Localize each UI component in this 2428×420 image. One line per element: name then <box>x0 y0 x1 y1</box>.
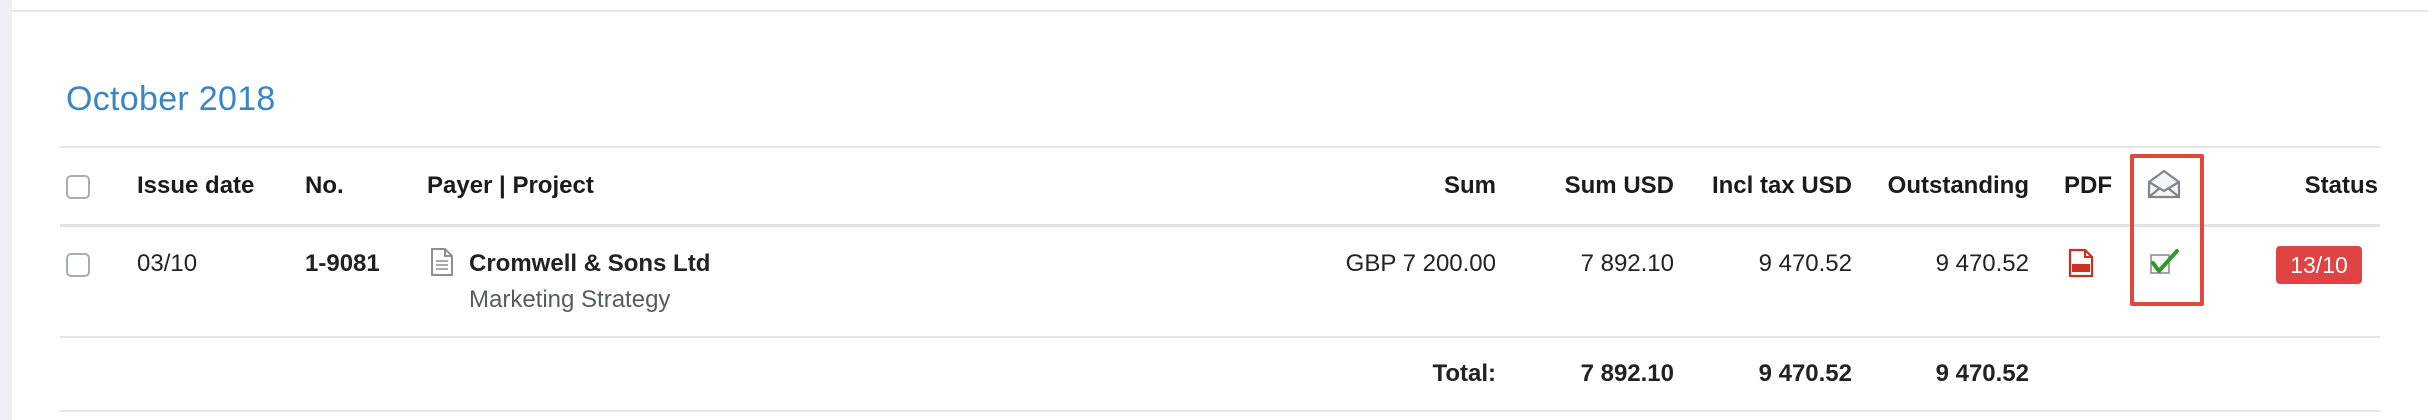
highlight-annotation-box <box>2130 154 2204 306</box>
row-bottom-border <box>60 336 2380 338</box>
row-project-name: Marketing Strategy <box>469 286 671 313</box>
row-invoice-number[interactable]: 1-9081 <box>305 250 380 278</box>
column-header-payer-project[interactable]: Payer | Project <box>427 172 594 200</box>
row-incl-tax-usd: 9 470.52 <box>1758 250 1852 277</box>
column-header-number[interactable]: No. <box>305 172 344 200</box>
column-header-status[interactable]: Status <box>2262 172 2378 200</box>
table-bottom-border <box>60 410 2380 412</box>
row-issue-date: 03/10 <box>137 250 198 277</box>
invoice-panel: October 2018 Issue date No. Payer | Proj… <box>12 0 2428 420</box>
column-header-pdf: PDF <box>2064 172 2112 199</box>
column-header-issue-date[interactable]: Issue date <box>137 172 254 200</box>
totals-incl-tax-usd: 9 470.52 <box>1758 360 1852 387</box>
row-payer-name[interactable]: Cromwell & Sons Ltd <box>469 250 710 278</box>
column-header-incl-tax-usd[interactable]: Incl tax USD <box>1672 172 1852 200</box>
header-bottom-border <box>60 224 2380 227</box>
row-select-checkbox[interactable] <box>66 253 90 277</box>
totals-outstanding: 9 470.52 <box>1935 360 2029 387</box>
totals-sum-usd: 7 892.10 <box>1580 360 1674 387</box>
column-header-sum-usd[interactable]: Sum USD <box>1492 172 1674 200</box>
row-outstanding: 9 470.52 <box>1935 250 2029 277</box>
row-sum: GBP 7 200.00 <box>1345 250 1496 277</box>
table-top-border <box>60 146 2380 148</box>
column-header-sum[interactable]: Sum <box>1312 172 1496 200</box>
document-icon <box>431 248 453 276</box>
select-all-checkbox[interactable] <box>66 175 90 199</box>
month-title: October 2018 <box>66 80 276 118</box>
column-header-outstanding[interactable]: Outstanding <box>1852 172 2029 200</box>
pdf-file-icon[interactable] <box>2066 248 2096 278</box>
panel-divider <box>12 10 2428 12</box>
status-badge: 13/10 <box>2276 246 2362 284</box>
totals-label: Total: <box>1432 360 1496 387</box>
row-sum-usd: 7 892.10 <box>1580 250 1674 277</box>
